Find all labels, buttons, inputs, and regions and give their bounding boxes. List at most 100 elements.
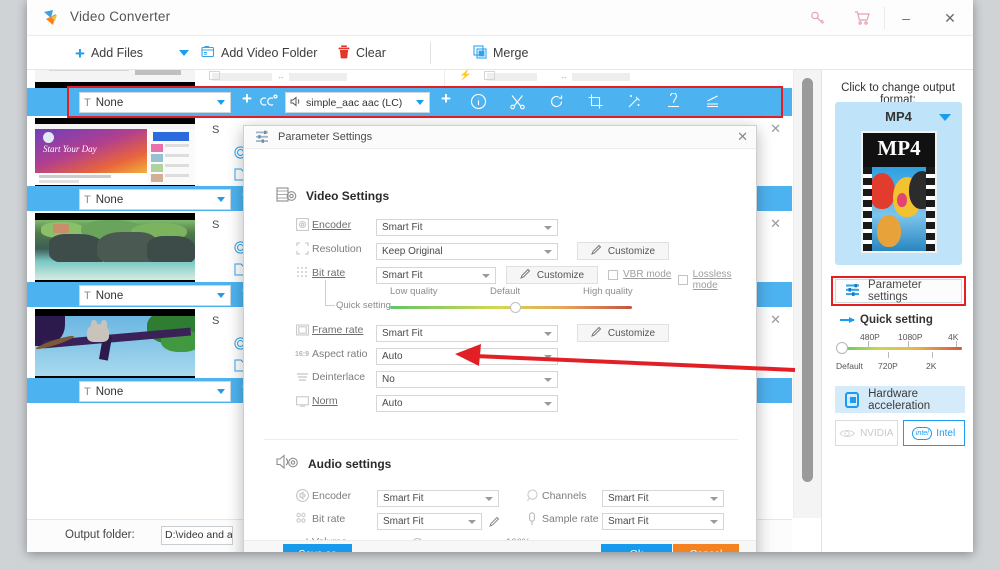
flash-icon: ⚡ — [459, 70, 472, 81]
merge-icon — [473, 44, 487, 62]
main-toolbar: + Add Files Add Video Folder Clear Merge — [27, 36, 973, 70]
video-norm-select[interactable]: Auto — [376, 395, 558, 412]
video-encoder-value: Smart Fit — [382, 222, 423, 233]
bitrate-icon — [292, 266, 312, 279]
ok-button[interactable]: Ok — [601, 544, 672, 552]
trim-icon[interactable] — [509, 93, 526, 115]
tick-mark — [888, 352, 889, 358]
minimize-button[interactable]: – — [885, 0, 927, 36]
merge-button[interactable]: Merge — [473, 36, 528, 70]
effect-icon[interactable] — [626, 93, 643, 115]
chevron-down-icon — [544, 331, 552, 336]
checkbox[interactable] — [678, 275, 688, 285]
audio-bitrate-select[interactable]: Smart Fit — [377, 513, 482, 530]
divider — [264, 439, 738, 440]
subtitle-select-1[interactable]: T None — [79, 92, 231, 113]
add-files-button[interactable]: + Add Files — [75, 36, 143, 70]
rotate-icon[interactable] — [548, 93, 565, 115]
audio-encoder-label: Encoder — [312, 489, 352, 502]
pencil-icon — [590, 244, 602, 258]
clear-button[interactable]: Clear — [338, 36, 386, 70]
sliders-icon — [846, 283, 860, 299]
hardware-acceleration-button[interactable]: Hardware acceleration — [835, 386, 965, 413]
remove-row-button[interactable]: ✕ — [770, 312, 781, 328]
key-icon[interactable] — [796, 0, 840, 36]
text-icon: T — [84, 96, 91, 109]
cancel-button[interactable]: Cancel — [673, 544, 739, 552]
add-video-folder-label: Add Video Folder — [221, 46, 318, 60]
subtitle-select-3[interactable]: T None — [79, 285, 231, 306]
video-resolution-select[interactable]: Keep Original — [376, 243, 558, 260]
subtitle-select-2[interactable]: T None — [79, 189, 231, 210]
watermark-icon[interactable] — [665, 92, 682, 115]
close-button[interactable]: ✕ — [927, 0, 973, 36]
gpu-intel-button[interactable]: intel Intel — [902, 420, 965, 446]
gpu-nvidia-button[interactable]: NVIDIA — [835, 420, 898, 446]
slider-track[interactable] — [838, 347, 962, 350]
list-scrollbar[interactable] — [793, 70, 821, 518]
lossless-mode-checkbox[interactable]: Lossless mode — [678, 269, 756, 291]
cart-icon[interactable] — [840, 0, 884, 36]
video-bitrate-value: Smart Fit — [382, 270, 423, 281]
quality-slider-handle[interactable] — [510, 302, 521, 313]
parameter-settings-wrap: Parameter settings — [831, 276, 966, 306]
divider — [430, 42, 431, 64]
pencil-icon — [519, 268, 531, 282]
encoder-label: Encoder — [312, 218, 352, 231]
add-subtitle-button[interactable]: + — [235, 90, 259, 109]
nvidia-icon — [839, 429, 856, 437]
audio-bitrate-edit-icon[interactable] — [489, 514, 500, 532]
audio-track-select-1[interactable]: simple_aac aac (LC) — [285, 92, 430, 113]
framerate-customize-label: Customize — [607, 327, 656, 339]
tick-2k: 2K — [926, 361, 937, 371]
subtitle-icon[interactable] — [704, 93, 721, 115]
tick-mark — [932, 352, 933, 358]
add-audio-button[interactable]: + — [434, 90, 458, 109]
format-card[interactable]: MP4 MP4 — [835, 102, 962, 265]
video-framerate-select[interactable]: Smart Fit — [376, 325, 558, 342]
row-meta — [212, 73, 272, 81]
scrollbar-thumb[interactable] — [802, 78, 813, 482]
format-thumbnail: MP4 — [861, 131, 937, 253]
checkbox[interactable] — [608, 269, 618, 280]
dialog-close-button[interactable]: ✕ — [737, 129, 748, 145]
subtitle-select-4[interactable]: T None — [79, 381, 231, 402]
resize-icon: ↔ — [277, 72, 285, 81]
video-encoder-select[interactable]: Smart Fit — [376, 219, 558, 236]
framerate-customize-button[interactable]: Customize — [577, 324, 669, 342]
info-icon[interactable] — [470, 93, 487, 115]
resolution-customize-button[interactable]: Customize — [577, 242, 669, 260]
resolution-icon — [292, 242, 312, 255]
chevron-down-icon — [710, 496, 718, 501]
video-aspect-select[interactable]: Auto — [376, 348, 558, 365]
chevron-down-icon[interactable] — [939, 114, 951, 121]
video-bitrate-select[interactable]: Smart Fit — [376, 267, 496, 284]
video-deinterlace-select[interactable]: No — [376, 371, 558, 388]
vbr-mode-checkbox[interactable]: VBR mode — [608, 269, 671, 280]
video-encoder-row: Encoder — [292, 218, 386, 231]
add-video-folder-button[interactable]: Add Video Folder — [201, 36, 317, 70]
doc-icon — [209, 71, 220, 80]
bitrate-customize-button[interactable]: Customize — [506, 266, 598, 284]
parameter-settings-button[interactable]: Parameter settings — [835, 279, 962, 303]
closed-caption-icon[interactable] — [259, 94, 278, 114]
video-thumbnail — [35, 213, 195, 287]
output-folder-input[interactable]: D:\video and audio — [161, 526, 233, 545]
audio-encoder-value: Smart Fit — [383, 493, 424, 504]
chevron-down-icon — [485, 496, 493, 501]
audio-samplerate-select[interactable]: Smart Fit — [602, 513, 724, 530]
add-files-dropdown[interactable] — [179, 36, 189, 70]
save-as-button[interactable]: Save as — [283, 544, 352, 552]
slider-handle[interactable] — [836, 342, 848, 354]
audio-channels-select[interactable]: Smart Fit — [602, 490, 724, 507]
crop-icon[interactable] — [587, 93, 604, 115]
quick-setting-slider[interactable]: 480P 1080P 4K Default 720P 2K — [836, 332, 964, 380]
speaker-icon — [290, 95, 302, 110]
vbr-mode-label: VBR mode — [623, 269, 672, 280]
remove-row-button[interactable]: ✕ — [770, 216, 781, 232]
list-row-partial[interactable]: ↔ ⚡ ↔ — [27, 70, 792, 88]
audio-encoder-select[interactable]: Smart Fit — [377, 490, 499, 507]
resize-icon: ↔ — [560, 72, 568, 81]
remove-row-button[interactable]: ✕ — [770, 121, 781, 137]
pencil-icon — [590, 326, 602, 340]
